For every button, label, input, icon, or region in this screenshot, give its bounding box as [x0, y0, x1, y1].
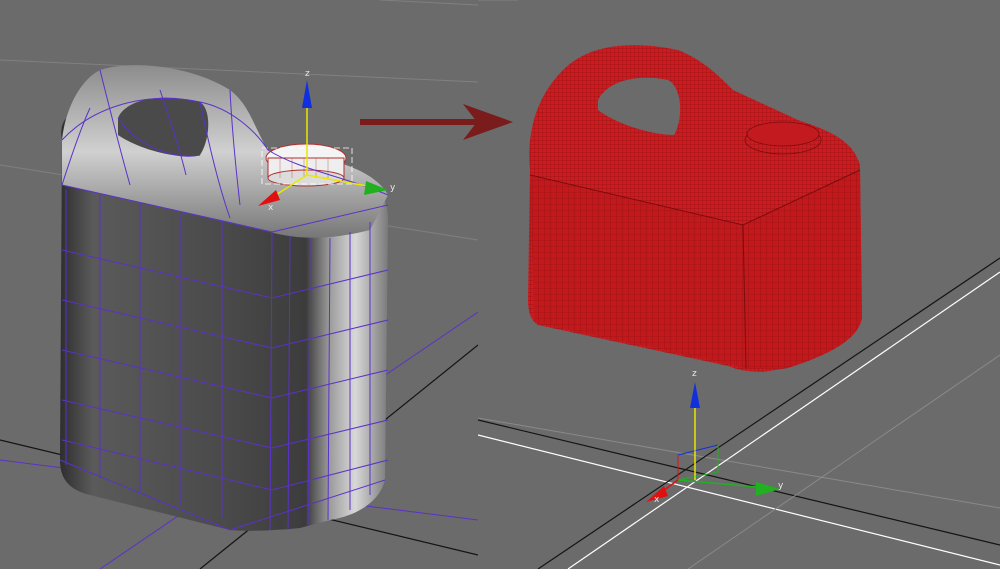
- x-axis-label: x: [268, 203, 274, 213]
- x-axis-label: x: [654, 495, 660, 505]
- z-axis-arrow-icon: [302, 80, 312, 108]
- viewport-right[interactable]: z y x: [478, 0, 1000, 569]
- y-axis-label: y: [778, 481, 784, 491]
- jerry-can-low-poly[interactable]: [59, 65, 389, 531]
- jerry-can-subdivided[interactable]: [528, 45, 862, 373]
- y-axis-label: y: [390, 183, 396, 193]
- y-axis-arrow-icon: [756, 482, 780, 496]
- modeling-comparison: z y x z y x: [0, 0, 1000, 569]
- viewport-right-canvas: z y x: [478, 0, 1000, 569]
- viewport-left[interactable]: z y x: [0, 0, 478, 569]
- viewport-left-canvas: z y x: [0, 0, 478, 569]
- z-axis-label: z: [305, 69, 310, 79]
- z-axis-arrow-icon: [690, 382, 700, 408]
- transform-gizmo-right[interactable]: z y x: [646, 369, 784, 505]
- z-axis-label: z: [692, 369, 697, 379]
